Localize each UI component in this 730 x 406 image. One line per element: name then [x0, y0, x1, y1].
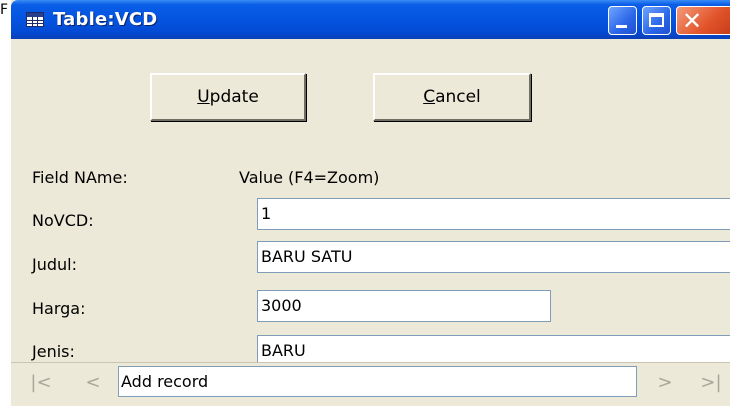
judul-field[interactable]: BARU SATU — [257, 241, 730, 273]
window-title: Table:VCD — [53, 9, 158, 30]
close-icon: ✕ — [682, 7, 703, 35]
harga-field[interactable]: 3000 — [257, 290, 551, 322]
field-label-harga: Harga: — [32, 299, 86, 318]
update-button[interactable]: Update — [150, 73, 306, 121]
field-label-jenis: Jenis: — [32, 342, 75, 361]
record-navigation-bar: |< < Add record > >| — [11, 362, 730, 406]
background-window-text: F — [0, 2, 9, 18]
field-label-judul: Judul: — [32, 255, 77, 274]
field-name-header: Field NAme: — [32, 168, 128, 187]
novcd-field[interactable]: 1 — [257, 198, 730, 230]
minimize-icon — [616, 25, 627, 28]
value-header: Value (F4=Zoom) — [239, 168, 380, 187]
close-button[interactable]: ✕ — [676, 6, 730, 35]
cancel-button[interactable]: Cancel — [373, 73, 531, 121]
maximize-icon — [649, 13, 664, 27]
minimize-button[interactable] — [608, 6, 637, 35]
record-status-field: Add record — [118, 366, 637, 397]
next-record-button[interactable]: > — [652, 368, 678, 400]
table-editor-window: Table:VCD ✕ Update Cancel Field NAme: Va… — [11, 0, 730, 406]
previous-record-button[interactable]: < — [80, 368, 106, 400]
first-record-button[interactable]: |< — [28, 368, 54, 400]
field-label-novcd: NoVCD: — [32, 211, 94, 230]
maximize-button[interactable] — [642, 6, 671, 35]
table-icon — [26, 12, 44, 27]
title-bar[interactable]: Table:VCD ✕ — [11, 0, 730, 39]
last-record-button[interactable]: >| — [698, 368, 724, 400]
